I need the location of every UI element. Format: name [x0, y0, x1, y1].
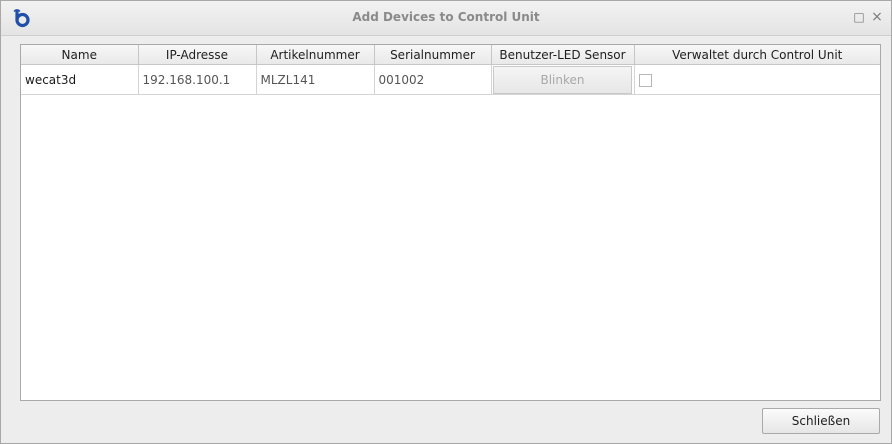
ip-address-cell[interactable]: 192.168.100.1	[138, 64, 257, 95]
dialog-window: Add Devices to Control Unit □ × Name IP-…	[0, 0, 892, 444]
serial-number-cell[interactable]: 001002	[374, 64, 492, 95]
close-button[interactable]: Schließen	[762, 408, 880, 434]
devices-table-frame: Name IP-Adresse Artikelnummer Serialnumm…	[20, 44, 881, 401]
column-header-managed-by-control-unit[interactable]: Verwaltet durch Control Unit	[634, 45, 880, 65]
title-bar[interactable]: Add Devices to Control Unit □ ×	[1, 1, 891, 36]
led-sensor-cell: Blinken	[491, 64, 635, 95]
article-number-cell[interactable]: MLZL141	[256, 64, 375, 95]
table-row[interactable]: wecat3d 192.168.100.1 MLZL141 001002 Bli…	[21, 64, 880, 95]
close-window-icon[interactable]: ×	[870, 9, 884, 25]
devices-table: Name IP-Adresse Artikelnummer Serialnumm…	[21, 45, 880, 95]
column-header-name[interactable]: Name	[21, 45, 139, 65]
column-header-serial-number[interactable]: Serialnummer	[374, 45, 492, 65]
column-header-article-number[interactable]: Artikelnummer	[256, 45, 375, 65]
device-name-cell[interactable]: wecat3d	[21, 64, 139, 95]
column-header-led-sensor[interactable]: Benutzer-LED Sensor	[491, 45, 635, 65]
column-header-ip-address[interactable]: IP-Adresse	[138, 45, 257, 65]
table-header-row: Name IP-Adresse Artikelnummer Serialnumm…	[21, 45, 880, 65]
maximize-icon[interactable]: □	[852, 10, 866, 24]
window-title: Add Devices to Control Unit	[352, 10, 540, 24]
blink-button[interactable]: Blinken	[493, 65, 632, 94]
managed-cell	[634, 64, 880, 95]
managed-checkbox[interactable]	[638, 73, 652, 87]
